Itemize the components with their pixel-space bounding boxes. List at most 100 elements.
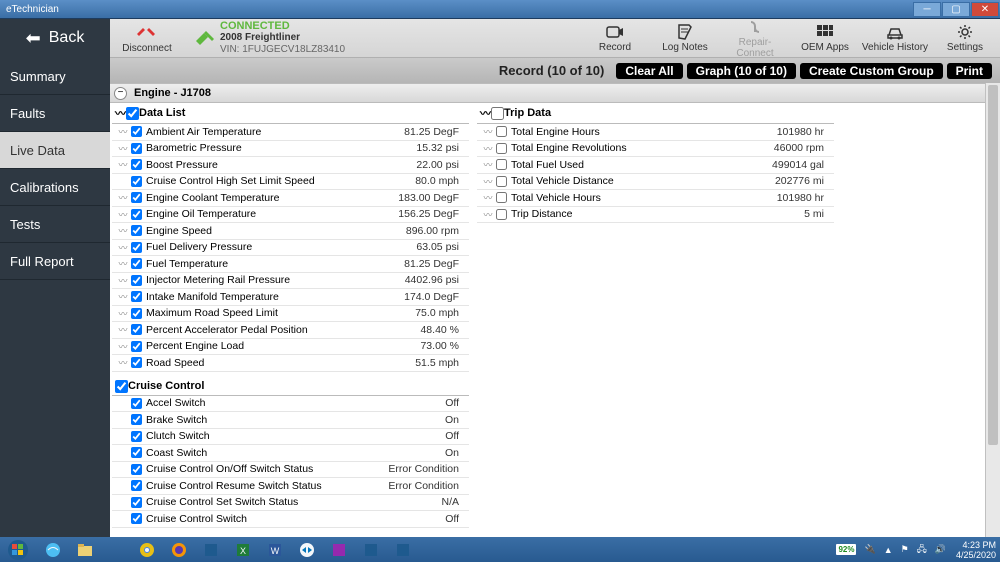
row-checkbox[interactable] (496, 159, 507, 170)
app-title: eTechnician (6, 4, 59, 15)
taskbar-teamviewer[interactable] (292, 539, 322, 561)
toolbar-vehicle-history[interactable]: Vehicle History (860, 23, 930, 53)
row-checkbox[interactable] (496, 176, 507, 187)
row-checkbox[interactable] (131, 176, 142, 187)
group-checkbox[interactable] (126, 107, 139, 120)
tray-flag-icon[interactable]: ⚑ (901, 544, 909, 555)
nav-summary[interactable]: Summary (0, 58, 110, 95)
data-row: 〰Road Speed51.5 mph (112, 355, 469, 372)
param-name: Coast Switch (146, 447, 445, 459)
tray-power-icon[interactable]: 🔌 (864, 544, 875, 555)
taskbar-excel[interactable]: X (228, 539, 258, 561)
tray-volume-icon[interactable]: 🔊 (935, 544, 946, 555)
group-checkbox[interactable] (491, 107, 504, 120)
taskbar-app1[interactable] (196, 539, 226, 561)
trend-icon: 〰 (480, 158, 496, 171)
param-name: Barometric Pressure (146, 142, 416, 154)
taskbar-app3[interactable] (356, 539, 386, 561)
tray-network-icon[interactable]: 🖧 (917, 542, 927, 558)
param-name: Maximum Road Speed Limit (146, 307, 415, 319)
param-value: 183.00 DegF (398, 192, 469, 204)
row-checkbox[interactable] (131, 497, 142, 508)
row-checkbox[interactable] (496, 209, 507, 220)
data-row: 〰Trip Distance5 mi (477, 207, 834, 224)
toolbar-settings[interactable]: Settings (930, 23, 1000, 53)
toolbar-oem-apps[interactable]: OEM Apps (790, 23, 860, 53)
trend-icon: 〰 (480, 191, 496, 204)
row-checkbox[interactable] (131, 324, 142, 335)
row-checkbox[interactable] (131, 431, 142, 442)
graph-button[interactable]: Graph (10 of 10) (687, 63, 796, 79)
create-custom-group-button[interactable]: Create Custom Group (800, 63, 943, 79)
taskbar-word[interactable]: W (260, 539, 290, 561)
row-checkbox[interactable] (131, 225, 142, 236)
window-maximize[interactable]: ▢ (942, 2, 970, 17)
toolbar-log-notes[interactable]: Log Notes (650, 23, 720, 53)
nav-live-data[interactable]: Live Data (0, 132, 110, 169)
data-row: 〰Engine Speed896.00 rpm (112, 223, 469, 240)
tray-clock[interactable]: 4:23 PM 4/25/2020 (956, 540, 996, 560)
row-checkbox[interactable] (496, 126, 507, 137)
start-button[interactable] (0, 537, 36, 562)
toolbar-label: Record (599, 42, 631, 53)
row-checkbox[interactable] (131, 275, 142, 286)
battery-indicator[interactable]: 92% (836, 544, 856, 555)
param-name: Total Engine Hours (511, 126, 777, 138)
row-checkbox[interactable] (496, 192, 507, 203)
scrollbar-thumb[interactable] (988, 85, 998, 445)
nav-full-report[interactable]: Full Report (0, 243, 110, 280)
taskbar-app4[interactable] (388, 539, 418, 561)
trend-icon: 〰 (115, 307, 131, 320)
nav-tests[interactable]: Tests (0, 206, 110, 243)
toolbar-label: Vehicle History (862, 42, 928, 53)
window-close[interactable]: ✕ (971, 2, 999, 17)
back-button[interactable]: ⬅ Back (0, 19, 110, 58)
clear-all-button[interactable]: Clear All (616, 63, 682, 79)
data-row: 〰Fuel Temperature81.25 DegF (112, 256, 469, 273)
taskbar-ie[interactable] (38, 539, 68, 561)
taskbar-firefox[interactable] (164, 539, 194, 561)
row-checkbox[interactable] (131, 159, 142, 170)
row-checkbox[interactable] (131, 126, 142, 137)
group-header: 〰Data List (112, 103, 469, 124)
trend-icon: 〰 (115, 356, 131, 369)
row-checkbox[interactable] (131, 308, 142, 319)
row-checkbox[interactable] (131, 357, 142, 368)
param-value: 5 mi (804, 208, 834, 220)
row-checkbox[interactable] (131, 414, 142, 425)
row-checkbox[interactable] (131, 242, 142, 253)
row-checkbox[interactable] (131, 209, 142, 220)
nav-calibrations[interactable]: Calibrations (0, 169, 110, 206)
scrollbar[interactable] (985, 83, 1000, 537)
param-name: Brake Switch (146, 414, 445, 426)
param-value: 46000 rpm (774, 142, 834, 154)
taskbar-explorer[interactable] (70, 539, 100, 561)
trend-icon: 〰 (115, 340, 131, 353)
param-name: Total Vehicle Distance (511, 175, 775, 187)
print-button[interactable]: Print (947, 63, 992, 79)
row-checkbox[interactable] (131, 192, 142, 203)
taskbar-chrome[interactable] (132, 539, 162, 561)
toolbar-record[interactable]: Record (580, 23, 650, 53)
row-checkbox[interactable] (131, 143, 142, 154)
param-value: Off (445, 513, 469, 525)
param-name: Intake Manifold Temperature (146, 291, 404, 303)
nav-faults[interactable]: Faults (0, 95, 110, 132)
param-value: 101980 hr (777, 126, 834, 138)
row-checkbox[interactable] (131, 258, 142, 269)
disconnect-button[interactable]: Disconnect (110, 22, 184, 54)
row-checkbox[interactable] (131, 447, 142, 458)
tray-chevron-icon[interactable]: ▲ (884, 545, 893, 555)
row-checkbox[interactable] (131, 464, 142, 475)
taskbar-app2[interactable] (324, 539, 354, 561)
row-checkbox[interactable] (131, 341, 142, 352)
row-checkbox[interactable] (131, 291, 142, 302)
trend-icon: 〰 (480, 208, 496, 221)
window-minimize[interactable]: ─ (913, 2, 941, 17)
row-checkbox[interactable] (131, 513, 142, 524)
row-checkbox[interactable] (131, 480, 142, 491)
row-checkbox[interactable] (131, 398, 142, 409)
group-checkbox[interactable] (115, 380, 128, 393)
collapse-toggle[interactable]: − (114, 87, 127, 100)
row-checkbox[interactable] (496, 143, 507, 154)
